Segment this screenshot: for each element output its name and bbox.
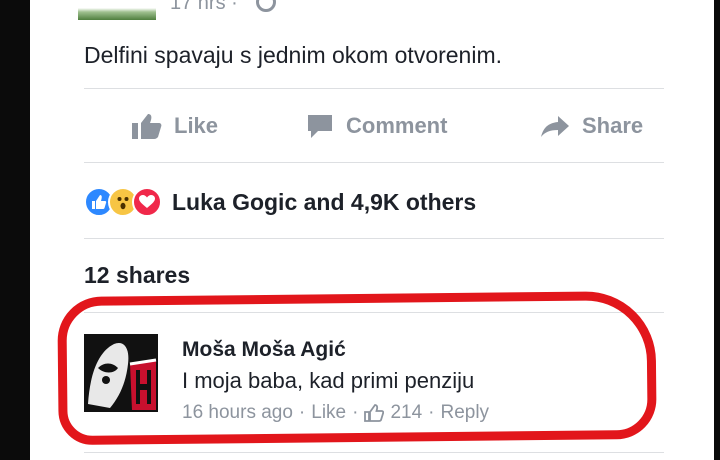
share-arrow-icon: [541, 116, 569, 137]
post-actions-bar: Like Comment Share: [84, 108, 664, 144]
comment-label: Comment: [346, 113, 448, 138]
divider: [84, 162, 664, 163]
divider: [84, 452, 664, 453]
facebook-post-screenshot: 17 hrs · Delfini spavaju s jednim okom o…: [30, 0, 714, 460]
comment-button[interactable]: Comment: [306, 108, 447, 144]
comment-bubble-icon: [308, 115, 332, 138]
shares-count[interactable]: 12 shares: [84, 262, 190, 289]
share-label: Share: [582, 113, 644, 138]
red-highlight-annotation: [57, 290, 657, 446]
share-button[interactable]: Share: [540, 108, 643, 144]
reactions-summary[interactable]: Luka Gogic and 4,9K others: [84, 184, 476, 220]
reactions-label: Luka Gogic and 4,9K others: [172, 188, 477, 215]
post-text: Delfini spavaju s jednim okom otvorenim.: [84, 42, 503, 68]
post-timestamp[interactable]: 17 hrs ·: [170, 0, 238, 15]
globe-icon: [256, 0, 276, 12]
like-button[interactable]: Like: [132, 108, 218, 144]
like-label: Like: [174, 113, 219, 138]
poster-avatar[interactable]: [78, 0, 156, 20]
divider: [84, 88, 664, 89]
post-header: 17 hrs ·: [30, 0, 714, 26]
thumbs-up-icon: [132, 114, 162, 139]
love-reaction-icon: [132, 187, 162, 217]
divider: [84, 238, 664, 239]
